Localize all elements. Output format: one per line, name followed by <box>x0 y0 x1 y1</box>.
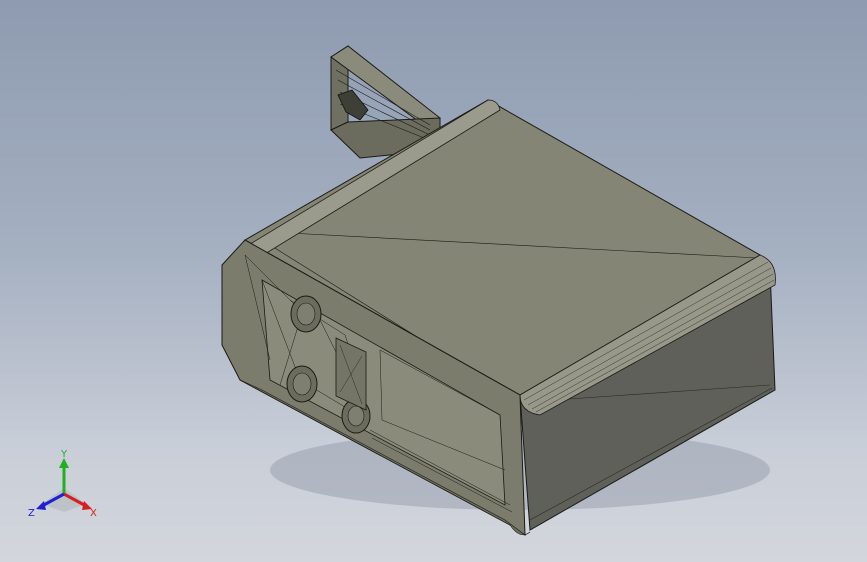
connector-top[interactable] <box>290 295 322 333</box>
connector-bottom[interactable] <box>286 365 318 403</box>
cad-model[interactable] <box>0 0 867 562</box>
y-axis-label: Y <box>60 449 68 460</box>
orientation-triad[interactable]: Y X Z <box>24 446 104 526</box>
x-axis-label: X <box>90 508 97 519</box>
3d-viewport[interactable]: Y X Z <box>0 0 867 562</box>
z-axis-label: Z <box>28 508 35 519</box>
